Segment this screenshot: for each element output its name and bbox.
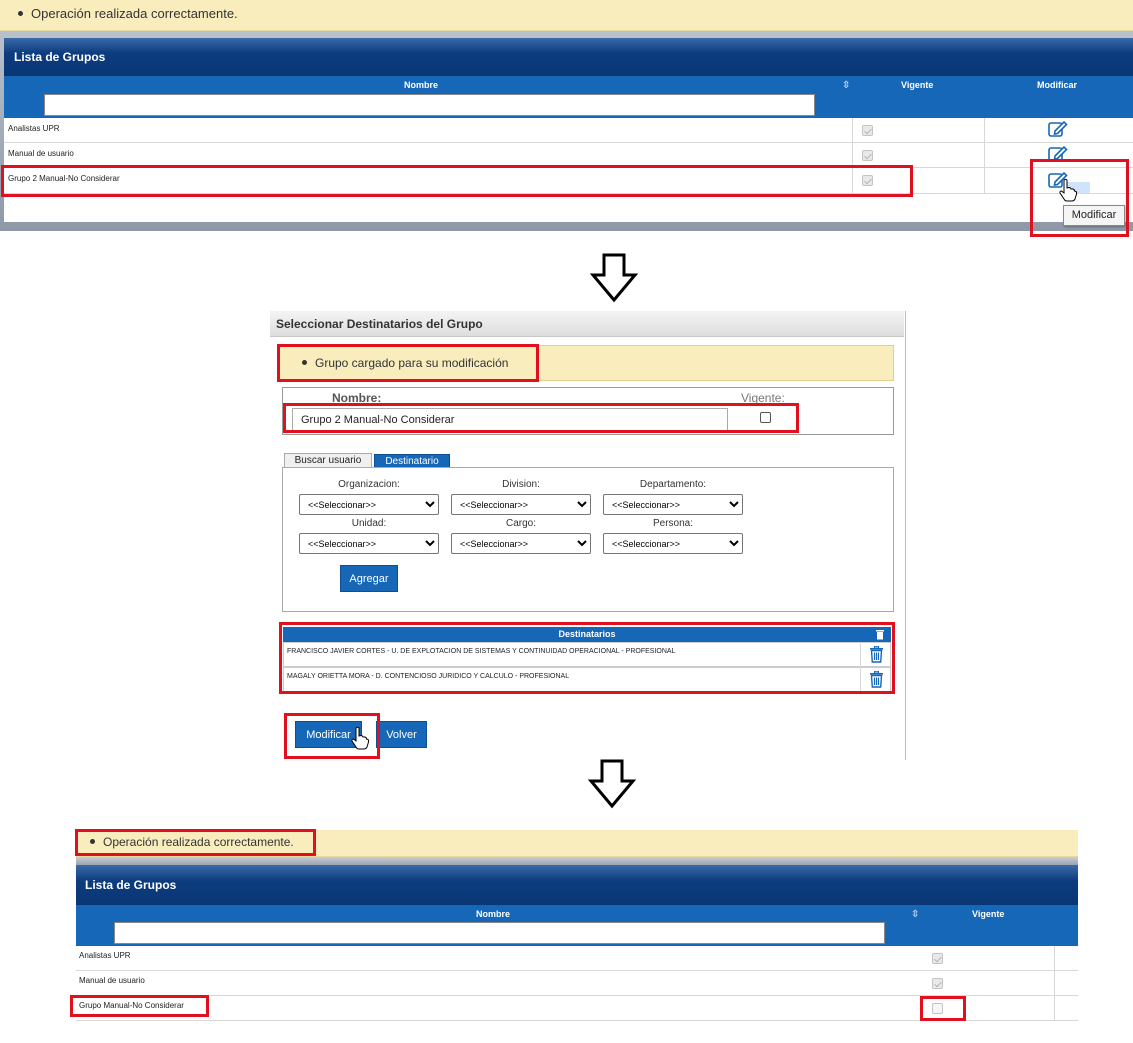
bullet-icon bbox=[302, 360, 307, 366]
unidad-select[interactable]: <<Seleccionar>> bbox=[299, 533, 439, 554]
destinatarios-header: Destinatarios bbox=[283, 627, 891, 642]
column-divider bbox=[1054, 946, 1055, 1021]
nombre-field[interactable]: Grupo 2 Manual-No Considerar bbox=[292, 408, 728, 431]
table-footer bbox=[4, 194, 1133, 222]
table-row[interactable]: Manual de usuario bbox=[76, 971, 1078, 996]
organizacion-label: Organizacion: bbox=[338, 479, 400, 490]
destinatario-row: MAGALY ORIETTA MORA - D. CONTENCIOSO JUR… bbox=[283, 667, 891, 692]
tab-destinatario[interactable]: Destinatario bbox=[374, 454, 450, 468]
column-divider bbox=[860, 642, 861, 692]
column-vigente: Vigente bbox=[901, 80, 934, 90]
hand-pointer-icon bbox=[351, 726, 370, 750]
bullet-icon bbox=[18, 11, 23, 17]
persona-label: Persona: bbox=[652, 518, 694, 529]
vigente-checkbox[interactable] bbox=[862, 150, 873, 161]
vigente-checkbox[interactable] bbox=[932, 1003, 943, 1014]
down-arrow-icon bbox=[588, 759, 636, 809]
cargo-select[interactable]: <<Seleccionar>> bbox=[451, 533, 591, 554]
division-label: Division: bbox=[502, 479, 540, 490]
panel-title-bar: Lista de Grupos bbox=[4, 38, 1133, 76]
down-arrow-icon bbox=[590, 253, 638, 303]
edit-pencil-icon[interactable] bbox=[1048, 145, 1068, 163]
nombre-filter-input[interactable] bbox=[114, 922, 885, 944]
destinatario-name: FRANCISCO JAVIER CORTES - U. DE EXPLOTAC… bbox=[287, 648, 676, 655]
nombre-filter-input[interactable] bbox=[44, 94, 815, 116]
panel-background bbox=[76, 857, 1078, 865]
destinatario-row: FRANCISCO JAVIER CORTES - U. DE EXPLOTAC… bbox=[283, 642, 891, 667]
sort-icon[interactable]: ⇳ bbox=[842, 80, 850, 91]
column-nombre: Nombre bbox=[404, 80, 439, 90]
table-row[interactable]: Manual de usuario bbox=[4, 143, 1133, 168]
vigente-checkbox[interactable] bbox=[932, 978, 943, 989]
panel-title: Lista de Grupos bbox=[14, 50, 106, 64]
column-modificar: Modificar bbox=[1037, 80, 1078, 90]
organizacion-select[interactable]: <<Seleccionar>> bbox=[299, 494, 439, 515]
table-row[interactable]: Analistas UPR bbox=[4, 118, 1133, 143]
vigente-checkbox[interactable] bbox=[862, 125, 873, 136]
bullet-icon bbox=[90, 839, 95, 845]
column-divider bbox=[852, 118, 853, 194]
trash-icon[interactable] bbox=[869, 646, 884, 663]
dialog-title-bar: Seleccionar Destinatarios del Grupo bbox=[270, 311, 904, 337]
trash-all-icon[interactable] bbox=[875, 629, 885, 640]
division-select[interactable]: <<Seleccionar>> bbox=[451, 494, 591, 515]
nombre-label: Nombre: bbox=[332, 391, 382, 405]
trash-icon[interactable] bbox=[869, 671, 884, 688]
cargo-label: Cargo: bbox=[505, 518, 536, 529]
column-vigente: Vigente bbox=[972, 909, 1005, 919]
success-message: Operación realizada correctamente. bbox=[0, 0, 1133, 31]
tab-buscar-usuario[interactable]: Buscar usuario bbox=[284, 453, 372, 468]
row-name: Manual de usuario bbox=[8, 149, 74, 158]
unidad-label: Unidad: bbox=[351, 518, 387, 529]
panel-title-bar: Lista de Grupos bbox=[76, 865, 1078, 905]
edit-pencil-icon[interactable] bbox=[1048, 120, 1068, 138]
tooltip: Modificar bbox=[1063, 205, 1125, 226]
agregar-button[interactable]: Agregar bbox=[340, 565, 398, 592]
column-nombre: Nombre bbox=[476, 909, 511, 919]
persona-select[interactable]: <<Seleccionar>> bbox=[603, 533, 743, 554]
column-divider bbox=[984, 118, 985, 194]
hand-pointer-icon bbox=[1059, 178, 1078, 202]
vigente-checkbox[interactable] bbox=[760, 412, 771, 423]
row-name: Manual de usuario bbox=[79, 976, 145, 985]
row-name: Grupo Manual-No Considerar bbox=[79, 1001, 184, 1010]
dialog-title: Seleccionar Destinatarios del Grupo bbox=[276, 317, 483, 331]
vigente-checkbox[interactable] bbox=[932, 953, 943, 964]
table-row[interactable]: Analistas UPR bbox=[76, 946, 1078, 971]
row-name: Analistas UPR bbox=[8, 124, 60, 133]
departamento-label: Departamento: bbox=[639, 479, 707, 490]
row-name: Analistas UPR bbox=[79, 951, 131, 960]
destinatario-name: MAGALY ORIETTA MORA - D. CONTENCIOSO JUR… bbox=[287, 673, 570, 680]
success-message: Operación realizada correctamente. bbox=[76, 830, 1078, 857]
table-row[interactable]: Grupo 2 Manual-No Considerar bbox=[4, 168, 1133, 194]
panel-title: Lista de Grupos bbox=[85, 878, 177, 892]
sort-icon[interactable]: ⇳ bbox=[911, 909, 919, 920]
volver-button[interactable]: Volver bbox=[376, 721, 427, 748]
info-message: Grupo cargado para su modificación bbox=[277, 345, 894, 381]
departamento-select[interactable]: <<Seleccionar>> bbox=[603, 494, 743, 515]
row-name: Grupo 2 Manual-No Considerar bbox=[8, 174, 120, 183]
tooltip-text: Modificar bbox=[1071, 209, 1117, 221]
vigente-checkbox[interactable] bbox=[862, 175, 873, 186]
table-row[interactable]: Grupo Manual-No Considerar bbox=[76, 996, 1078, 1021]
vigente-label: Vigente: bbox=[741, 391, 785, 405]
